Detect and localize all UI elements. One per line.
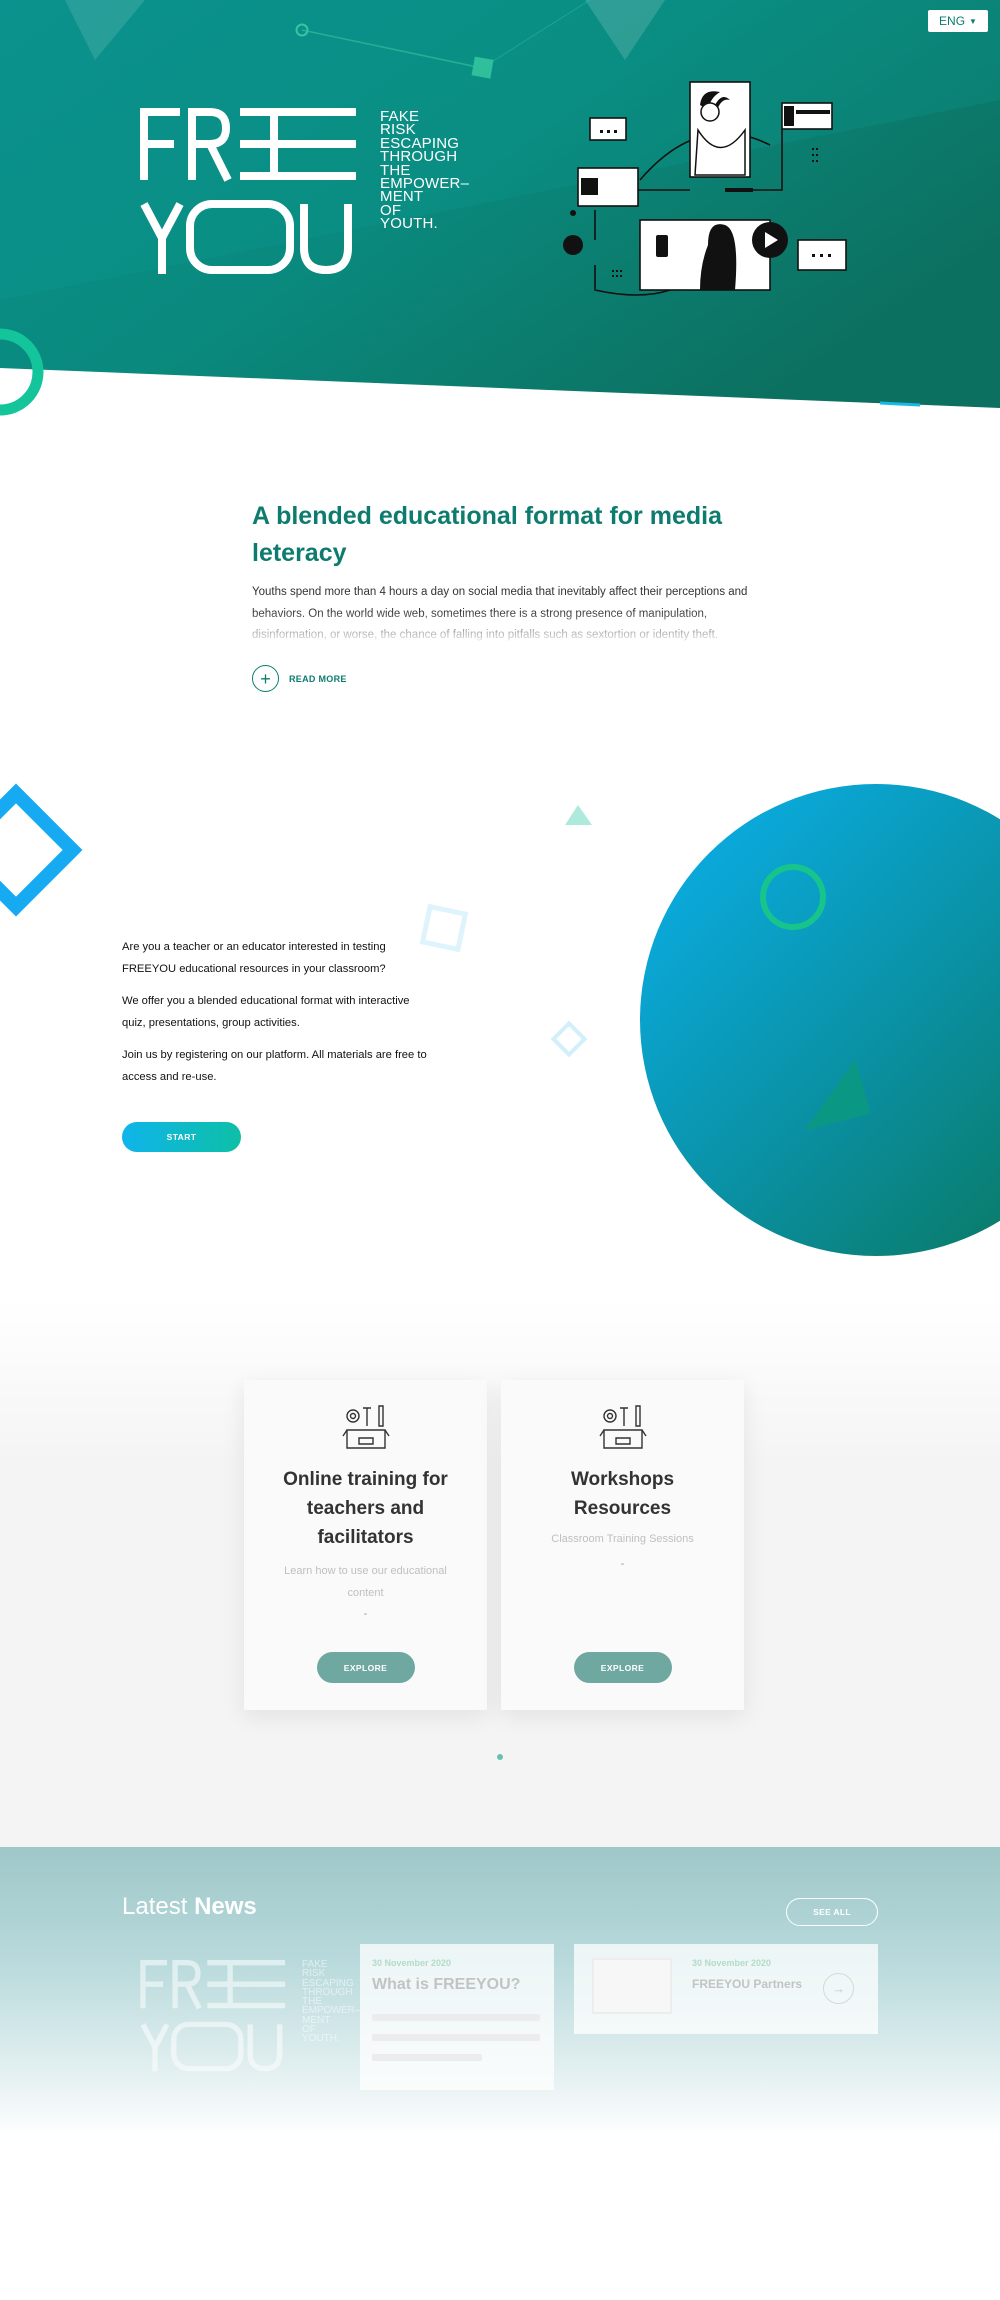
plus-icon: + bbox=[252, 665, 279, 692]
language-selector[interactable]: ENG ▼ bbox=[928, 10, 988, 32]
tools-box-icon bbox=[598, 1405, 647, 1449]
news-headline: What is FREEYOU? bbox=[372, 1976, 521, 1993]
news-date: 30 November 2020 bbox=[372, 1958, 452, 1968]
news-logo: FAKE RISK ESCAPING THROUGH THE EMPOWER– … bbox=[140, 1959, 361, 2074]
language-label: ENG bbox=[939, 14, 966, 28]
people-network-illustration bbox=[563, 81, 847, 296]
card-title: Workshops Resources bbox=[570, 1469, 675, 1519]
card-dash: - bbox=[363, 1608, 368, 1620]
start-paragraph: Join us by registering on our platform. … bbox=[122, 1049, 427, 1083]
card-title: Online training for teachers and facilit… bbox=[283, 1469, 448, 1548]
carousel-dot[interactable] bbox=[497, 1754, 503, 1760]
arrow-right-icon[interactable]: → bbox=[823, 1973, 854, 2004]
start-paragraph: Are you a teacher or an educator interes… bbox=[122, 941, 386, 975]
news-title: Latest News bbox=[122, 1893, 257, 1920]
news-logo-tagline: FAKE RISK ESCAPING THROUGH THE EMPOWER– … bbox=[302, 1959, 361, 2045]
news-thumbnail bbox=[592, 1958, 672, 2014]
tagline: FAKE RISK ESCAPING THROUGH THE EMPOWER– … bbox=[380, 108, 470, 233]
caret-down-icon: ▼ bbox=[969, 16, 977, 26]
card-workshops-resources: Workshops Resources Classroom Training S… bbox=[501, 1380, 744, 1710]
explore-button[interactable]: EXPLORE bbox=[573, 1652, 672, 1683]
news-card[interactable]: 30 November 2020 What is FREEYOU? bbox=[360, 1944, 554, 2090]
freeyou-logo-icon bbox=[140, 108, 356, 275]
logo: FAKE RISK ESCAPING THROUGH THE EMPOWER– … bbox=[140, 108, 469, 278]
read-more-label: READ MORE bbox=[289, 673, 347, 684]
news-date: 30 November 2020 bbox=[692, 1958, 772, 1968]
card-subtitle: Learn how to use our educational content bbox=[284, 1565, 447, 1599]
card-online-training: Online training for teachers and facilit… bbox=[244, 1380, 487, 1710]
hero-banner: ENG ▼ FAKE RISK ESCAPING THROUGH THE EMP… bbox=[0, 0, 1000, 420]
start-button[interactable]: START bbox=[122, 1122, 241, 1152]
read-more-link[interactable]: + READ MORE bbox=[252, 665, 347, 692]
intro-body: Youths spend more than 4 hours a day on … bbox=[252, 582, 762, 646]
card-subtitle: Classroom Training Sessions bbox=[551, 1533, 694, 1545]
start-paragraph: We offer you a blended educational forma… bbox=[122, 995, 410, 1029]
explore-button[interactable]: EXPLORE bbox=[316, 1652, 415, 1683]
intro-section: A blended educational format for media l… bbox=[252, 498, 762, 646]
news-headline: FREEYOU Partners bbox=[692, 1977, 803, 1991]
tools-box-icon bbox=[341, 1405, 390, 1449]
card-dash: - bbox=[620, 1558, 625, 1570]
freeyou-logo-icon bbox=[140, 1960, 286, 2072]
cards-section bbox=[0, 1300, 1000, 1847]
see-all-button[interactable]: SEE ALL bbox=[786, 1898, 878, 1926]
start-section-text: Are you a teacher or an educator interes… bbox=[122, 936, 432, 1098]
intro-title: A blended educational format for media l… bbox=[252, 502, 722, 567]
